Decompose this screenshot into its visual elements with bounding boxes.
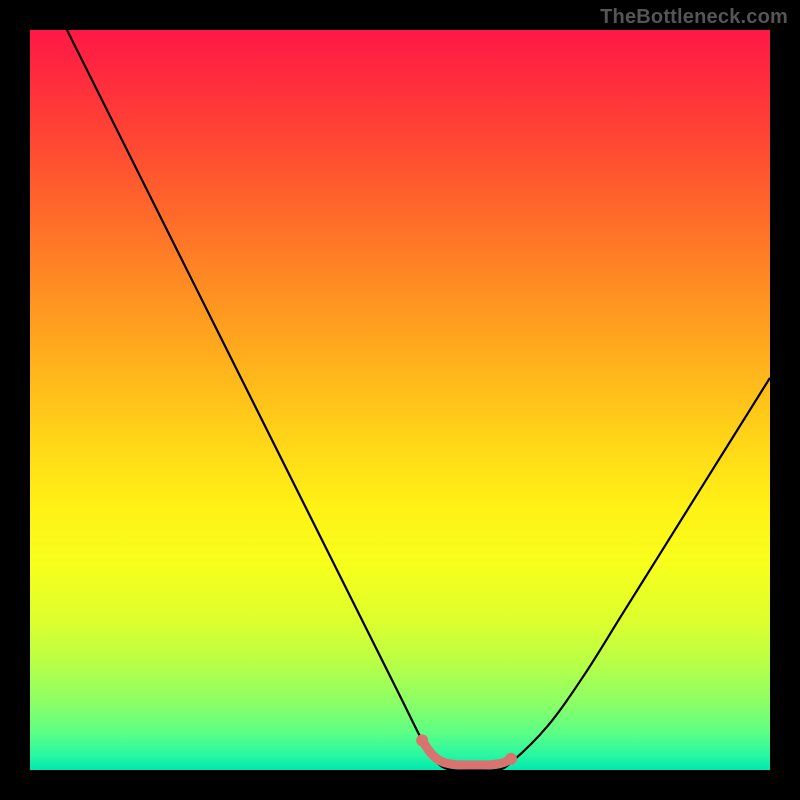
chart-frame: TheBottleneck.com [0, 0, 800, 800]
plot-area [30, 30, 770, 770]
bottleneck-curve-path [67, 30, 770, 770]
curve-layer [30, 30, 770, 770]
marker-end-dot [505, 753, 517, 765]
watermark-text: TheBottleneck.com [600, 6, 788, 29]
marker-end-dot [416, 734, 428, 746]
optimal-zone-marker-path [422, 740, 511, 764]
